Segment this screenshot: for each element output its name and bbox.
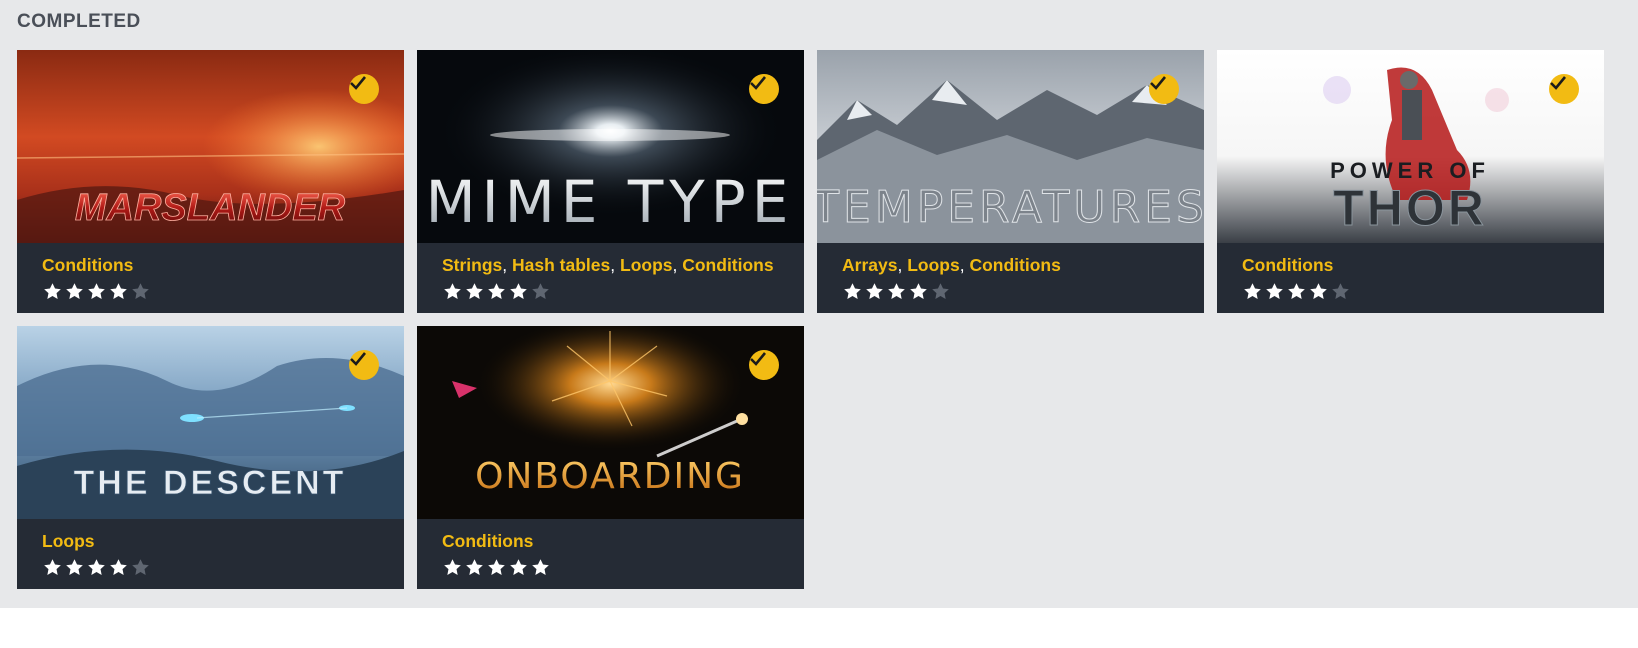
puzzle-tags: Strings, Hash tables, Loops, Conditions <box>442 255 774 275</box>
star-icon <box>1310 283 1327 299</box>
rating-stars <box>442 281 794 303</box>
star-icon <box>1288 283 1305 299</box>
rating-stars <box>42 557 394 579</box>
puzzle-thumbnail[interactable]: THE DESCENT <box>17 326 404 519</box>
rating-stars <box>842 281 1194 303</box>
puzzle-tags: Conditions <box>1242 255 1594 279</box>
tag-link[interactable]: Arrays <box>842 255 897 275</box>
section-title: COMPLETED <box>17 11 141 32</box>
star-icon <box>510 283 527 299</box>
star-icon <box>1332 283 1349 299</box>
rating-stars <box>442 557 794 579</box>
completed-badge <box>749 350 779 380</box>
puzzle-thumbnail[interactable]: MARSLANDER <box>17 50 404 243</box>
tag-link[interactable]: Conditions <box>682 255 773 275</box>
star-icon <box>488 283 505 299</box>
tag-link[interactable]: Strings <box>442 255 502 275</box>
star-icon <box>510 559 527 575</box>
star-icon <box>44 559 61 575</box>
completed-badge <box>749 74 779 104</box>
star-icon <box>866 283 883 299</box>
rating-stars <box>42 281 394 303</box>
star-icon <box>888 283 905 299</box>
star-icon <box>844 283 861 299</box>
puzzle-tags: Conditions <box>442 531 794 555</box>
puzzle-title-art: THOR <box>1333 180 1487 236</box>
check-icon <box>350 76 367 90</box>
tag-link[interactable]: Conditions <box>442 531 533 551</box>
star-icon <box>444 559 461 575</box>
rating-stars <box>1242 281 1594 303</box>
star-icon <box>466 283 483 299</box>
completed-section: COMPLETED MARSLANDER Conditions MIME TYP… <box>0 0 1638 608</box>
tag-link[interactable]: Hash tables <box>512 255 610 275</box>
star-icon <box>910 283 927 299</box>
tag-link[interactable]: Loops <box>907 255 960 275</box>
star-icon <box>132 283 149 299</box>
puzzle-thumbnail[interactable]: TEMPERATURES <box>817 50 1204 243</box>
puzzle-card-mime-type[interactable]: MIME TYPE Strings, Hash tables, Loops, C… <box>417 50 804 313</box>
completed-badge <box>1549 74 1579 104</box>
puzzle-tags: Arrays, Loops, Conditions <box>842 255 1061 275</box>
star-icon <box>466 559 483 575</box>
star-icon <box>66 283 83 299</box>
tag-link[interactable]: Loops <box>42 531 95 551</box>
star-icon <box>110 559 127 575</box>
puzzle-card-onboarding[interactable]: ONBOARDING Conditions <box>417 326 804 589</box>
puzzle-title-art: MIME TYPE <box>426 168 795 236</box>
check-icon <box>1550 76 1567 90</box>
check-icon <box>750 352 767 366</box>
puzzle-title-art: THE DESCENT <box>74 464 347 502</box>
puzzle-card-marslander[interactable]: MARSLANDER Conditions <box>17 50 404 313</box>
completed-badge <box>349 350 379 380</box>
page-bottom <box>0 608 1638 648</box>
puzzle-thumbnail[interactable]: ONBOARDING <box>417 326 804 519</box>
check-icon <box>750 76 767 90</box>
puzzle-tags: Loops <box>42 531 394 555</box>
puzzle-thumbnail[interactable]: MIME TYPE <box>417 50 804 243</box>
completed-badge <box>349 74 379 104</box>
puzzle-tags: Conditions <box>42 255 394 279</box>
star-icon <box>44 283 61 299</box>
puzzle-card-temperatures[interactable]: TEMPERATURES Arrays, Loops, Conditions <box>817 50 1204 313</box>
check-icon <box>1150 76 1167 90</box>
star-icon <box>88 559 105 575</box>
star-icon <box>532 559 549 575</box>
star-icon <box>444 283 461 299</box>
star-icon <box>532 283 549 299</box>
star-icon <box>66 559 83 575</box>
puzzle-card-the-descent[interactable]: THE DESCENT Loops <box>17 326 404 589</box>
puzzle-title-art: TEMPERATURES <box>817 182 1204 233</box>
tag-link[interactable]: Loops <box>620 255 673 275</box>
tag-link[interactable]: Conditions <box>1242 255 1333 275</box>
puzzle-title-art: ONBOARDING <box>475 456 745 497</box>
star-icon <box>132 559 149 575</box>
star-icon <box>110 283 127 299</box>
star-icon <box>88 283 105 299</box>
puzzle-thumbnail[interactable]: POWER OF THOR <box>1217 50 1604 243</box>
star-icon <box>932 283 949 299</box>
completed-badge <box>1149 74 1179 104</box>
tag-link[interactable]: Conditions <box>969 255 1060 275</box>
star-icon <box>1266 283 1283 299</box>
puzzle-title-art: MARSLANDER <box>75 187 346 229</box>
star-icon <box>1244 283 1261 299</box>
tag-link[interactable]: Conditions <box>42 255 133 275</box>
check-icon <box>350 352 367 366</box>
star-icon <box>488 559 505 575</box>
puzzle-card-power-of-thor[interactable]: POWER OF THOR Conditions <box>1217 50 1604 313</box>
